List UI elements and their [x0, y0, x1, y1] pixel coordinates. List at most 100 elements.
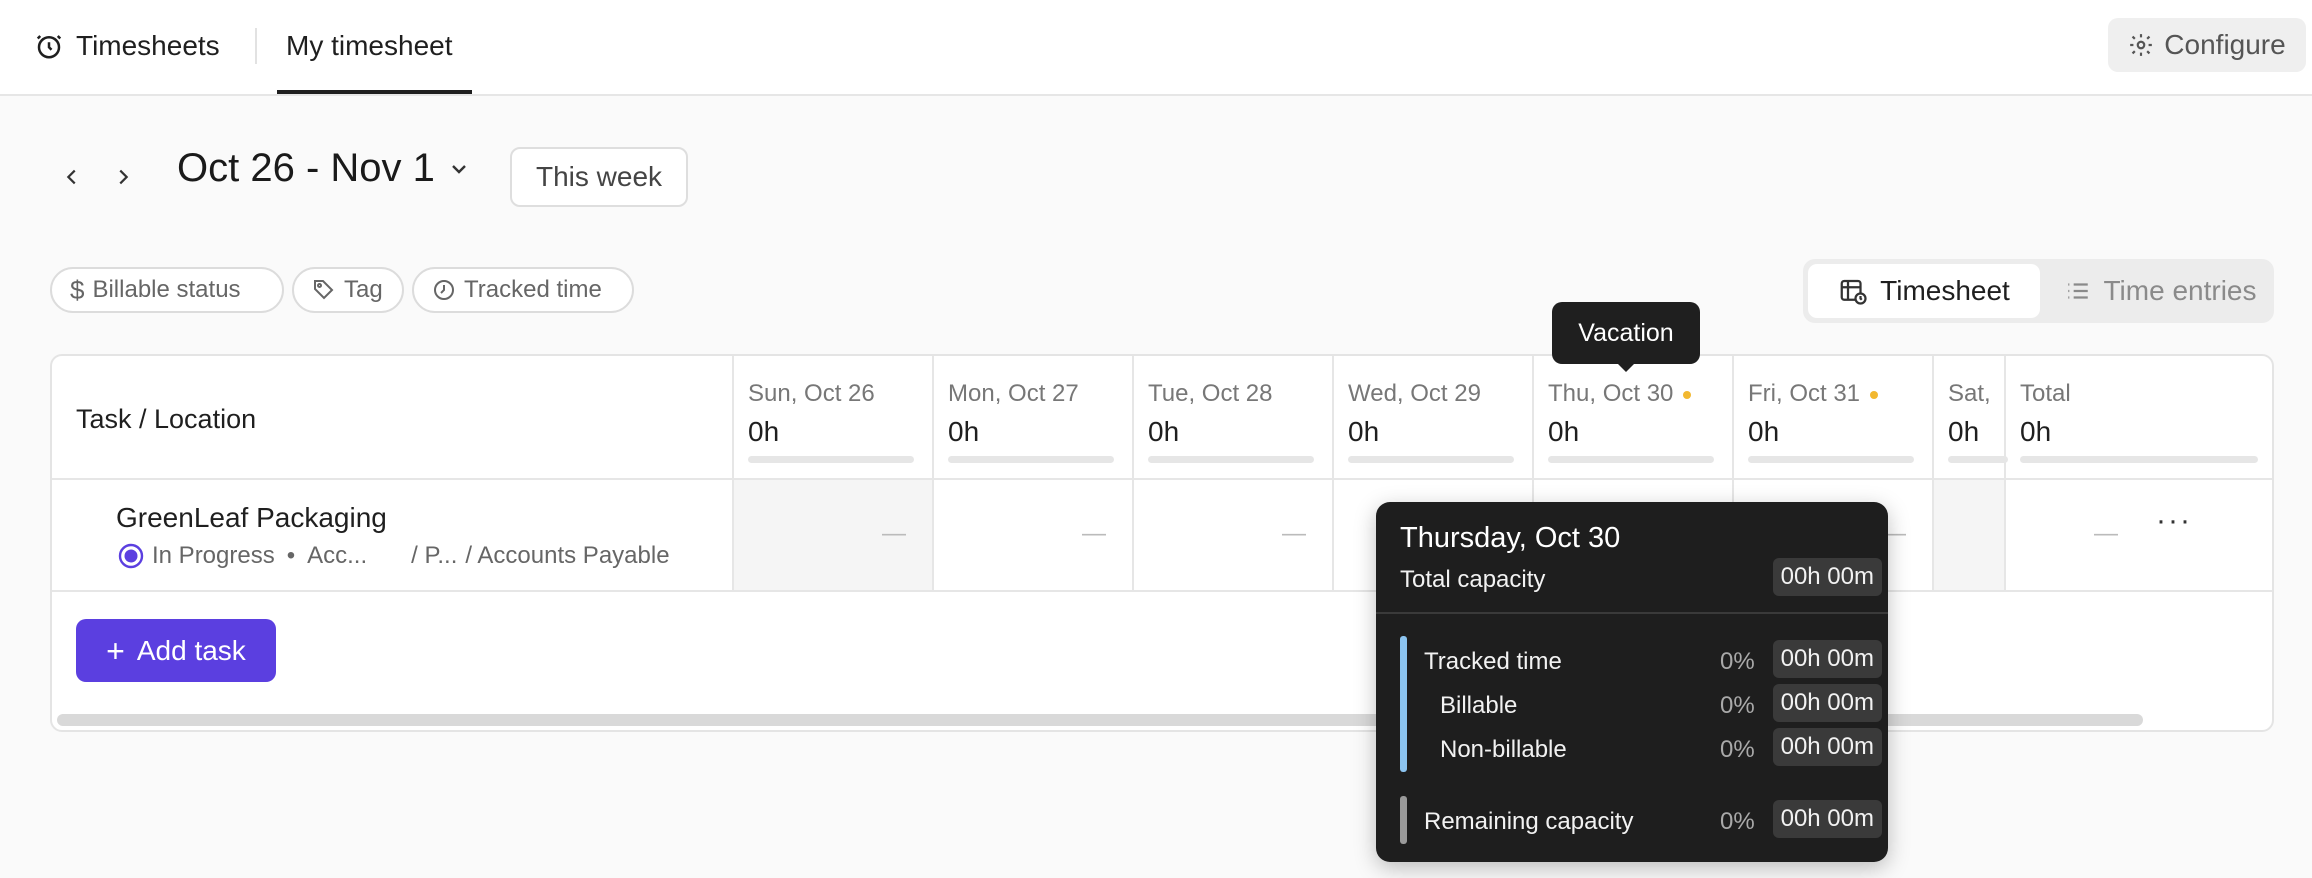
remaining-capacity-label: Remaining capacity	[1424, 808, 1634, 835]
remaining-capacity-bar	[1400, 796, 1407, 844]
dollar-icon: $	[70, 274, 85, 305]
capacity-bar	[1548, 456, 1714, 463]
date-range-selector[interactable]: Oct 26 - Nov 1	[177, 146, 471, 191]
clock-icon	[432, 278, 456, 302]
col-divider	[732, 356, 734, 592]
vacation-tooltip: Vacation	[1552, 302, 1700, 364]
view-timesheet-label: Timesheet	[1880, 275, 2010, 306]
vacation-dot	[1870, 390, 1879, 399]
view-timesheet-button[interactable]: Timesheet	[1808, 264, 2040, 318]
add-task-button[interactable]: + Add task	[76, 619, 276, 682]
filter-billable-status[interactable]: $ Billable status	[50, 267, 284, 313]
total-capacity-label: Total capacity	[1400, 566, 1546, 593]
chevron-left-icon	[66, 169, 76, 185]
previous-week-button[interactable]	[52, 157, 92, 197]
col-day-text: Thu, Oct 30	[1548, 380, 1674, 407]
vacation-tooltip-label: Vacation	[1578, 318, 1674, 347]
tab-my-timesheet-label: My timesheet	[286, 30, 453, 61]
col-day-label: Mon, Oct 27	[948, 380, 1079, 407]
total-capacity-value: 00h 00m	[1772, 558, 1882, 596]
task-meta: In Progress • Acc... / P... / Accounts P…	[118, 542, 670, 570]
timer-icon	[34, 31, 64, 61]
col-day-label: Total	[2020, 380, 2071, 407]
configure-label: Configure	[2164, 29, 2286, 60]
col-day-text: Fri, Oct 31	[1748, 380, 1861, 407]
tracked-time-pct: 0%	[1720, 648, 1755, 675]
meta-bullet: •	[286, 542, 296, 569]
capacity-bar	[1148, 456, 1314, 463]
billable-pct: 0%	[1720, 692, 1755, 719]
vacation-tooltip-caret	[1616, 362, 1636, 372]
popover-title: Thursday, Oct 30	[1400, 522, 1621, 554]
view-time-entries-button[interactable]: Time entries	[2055, 264, 2267, 318]
col-hours: 0h	[1148, 416, 1180, 447]
col-hours: 0h	[948, 416, 980, 447]
capacity-popover: Thursday, Oct 30 Total capacity 00h 00m …	[1376, 502, 1888, 862]
task-location-header: Task / Location	[76, 404, 257, 434]
non-billable-value: 00h 00m	[1772, 728, 1882, 766]
col-hours: 0h	[748, 416, 780, 447]
col-header-wed: Wed, Oct 29 0h	[1348, 380, 1518, 463]
col-header-thu[interactable]: Thu, Oct 30 0h	[1548, 380, 1718, 463]
col-day-label: Wed, Oct 29	[1348, 380, 1481, 407]
location-segment[interactable]: Acc...	[307, 542, 367, 570]
view-toggle: Timesheet Time entries	[1803, 259, 2274, 323]
tracked-time-bar	[1400, 636, 1407, 772]
col-hours: 0h	[1748, 416, 1780, 447]
capacity-bar	[948, 456, 1114, 463]
col-header-fri[interactable]: Fri, Oct 31 0h	[1748, 380, 1918, 463]
filter-tracked-label: Tracked time	[464, 276, 602, 303]
col-day-label: Sat,	[1948, 380, 1991, 407]
gear-icon	[2128, 32, 2154, 58]
remaining-capacity-value: 00h 00m	[1772, 800, 1882, 838]
col-divider	[932, 356, 934, 592]
col-header-mon: Mon, Oct 27 0h	[948, 380, 1118, 463]
list-icon	[2065, 278, 2091, 304]
col-header-sat: Sat, 0h	[1948, 380, 2008, 463]
header-divider	[52, 478, 2272, 480]
tag-icon	[312, 278, 336, 302]
plus-icon: +	[106, 632, 125, 669]
non-billable-pct: 0%	[1720, 736, 1755, 763]
add-task-label: Add task	[136, 634, 246, 666]
time-cell-mon[interactable]: —	[1082, 520, 1106, 548]
col-header-tue: Tue, Oct 28 0h	[1148, 380, 1318, 463]
filter-tag-label: Tag	[344, 276, 383, 303]
this-week-button[interactable]: This week	[510, 147, 688, 207]
col-header-sun: Sun, Oct 26 0h	[748, 380, 918, 463]
col-day-label: Fri, Oct 31	[1748, 380, 1918, 408]
col-hours: 0h	[1948, 416, 1980, 447]
task-name[interactable]: GreenLeaf Packaging	[116, 502, 387, 534]
this-week-label: This week	[535, 161, 663, 192]
chevron-down-icon	[452, 164, 466, 174]
tab-timesheets-label: Timesheets	[76, 30, 220, 61]
configure-button[interactable]: Configure	[2108, 18, 2306, 72]
filter-tracked-time[interactable]: Tracked time	[412, 267, 634, 313]
remaining-capacity-pct: 0%	[1720, 808, 1755, 835]
chevron-right-icon	[119, 169, 129, 185]
tracked-time-value: 00h 00m	[1772, 640, 1882, 678]
time-cell-tue[interactable]: —	[1282, 520, 1306, 548]
location-segment[interactable]: / P...	[411, 542, 457, 570]
col-hours: 0h	[1548, 416, 1580, 447]
col-header-total: Total 0h	[2020, 380, 2260, 463]
status-label[interactable]: In Progress	[152, 542, 275, 570]
row-more-icon[interactable]: ···	[2156, 504, 2192, 538]
col-day-label: Tue, Oct 28	[1148, 380, 1273, 407]
next-week-button[interactable]	[103, 157, 143, 197]
location-segment[interactable]: / Accounts Payable	[465, 542, 669, 570]
capacity-bar	[1948, 456, 2008, 463]
col-divider	[1332, 356, 1334, 592]
col-hours: 0h	[1348, 416, 1380, 447]
time-cell-sun[interactable]: —	[882, 520, 906, 548]
tracked-time-label: Tracked time	[1424, 648, 1562, 675]
popover-divider	[1376, 612, 1888, 614]
tab-timesheets[interactable]: Timesheets	[34, 0, 220, 92]
date-range-label: Oct 26 - Nov 1	[177, 146, 435, 190]
active-tab-indicator	[277, 90, 472, 94]
col-day-label: Sun, Oct 26	[748, 380, 875, 407]
filter-tag[interactable]: Tag	[292, 267, 404, 313]
cell-sat-bg	[1934, 480, 2004, 590]
filter-billable-label: Billable status	[92, 276, 241, 303]
tab-my-timesheet[interactable]: My timesheet	[286, 0, 453, 92]
